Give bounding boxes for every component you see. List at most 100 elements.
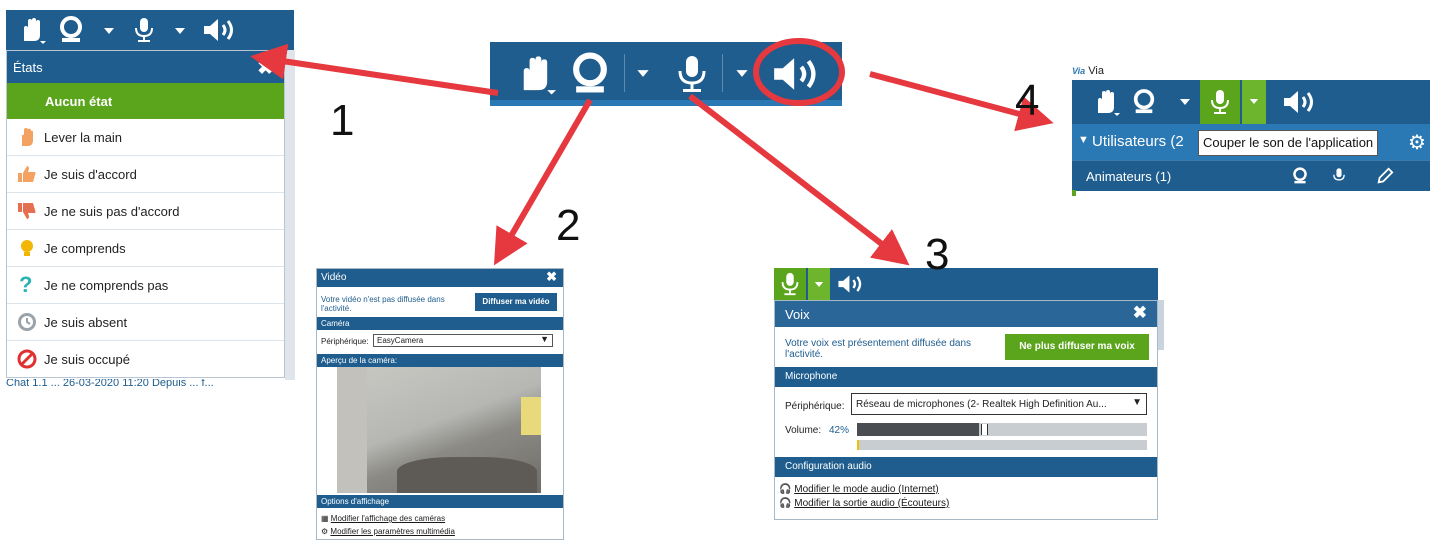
- video-panel-title: Vidéo: [321, 272, 347, 283]
- link-text: Modifier la sortie audio (Écouteurs): [794, 498, 950, 509]
- chevron-down-icon[interactable]: [735, 69, 749, 78]
- pencil-icon[interactable]: [1376, 167, 1394, 185]
- select-value: EasyCamera: [377, 336, 424, 345]
- chevron-down-icon: [1249, 99, 1259, 104]
- callout-2: 2: [556, 201, 581, 250]
- animators-row[interactable]: Animateurs (1): [1072, 160, 1430, 191]
- clock-icon: [18, 313, 36, 331]
- callout-1: 1: [330, 96, 355, 145]
- stop-voice-button[interactable]: Ne plus diffuser ma voix: [1005, 334, 1149, 360]
- headphones-icon: 🎧: [779, 498, 792, 509]
- speaker-icon[interactable]: [770, 54, 824, 94]
- webcam-icon[interactable]: [1292, 167, 1308, 185]
- change-audio-mode-link[interactable]: 🎧 Modifier le mode audio (Internet): [779, 484, 939, 495]
- animators-label: Animateurs (1): [1086, 169, 1172, 184]
- hand-icon[interactable]: [1090, 87, 1120, 117]
- volume-slider-fill: [857, 423, 979, 436]
- state-label: Je comprends: [44, 241, 126, 256]
- volume-value: 42%: [829, 425, 850, 436]
- mic-dropdown-button[interactable]: [1242, 80, 1266, 124]
- microphone-device-select[interactable]: Réseau de microphones (2- Realtek High D…: [851, 393, 1147, 415]
- chevron-down-icon[interactable]: [1179, 98, 1191, 106]
- mic-dropdown-button[interactable]: [808, 268, 830, 300]
- link-text: Modifier les paramètres multimédia: [330, 527, 455, 536]
- busy-icon: [17, 349, 37, 369]
- preview-floor: [397, 457, 537, 493]
- state-agree[interactable]: Je suis d'accord: [7, 156, 284, 193]
- toolbar-panel3: [774, 268, 1158, 300]
- toolbar-bottom-strip: [490, 100, 842, 106]
- toolbar-separator: [624, 54, 625, 92]
- broadcast-video-button[interactable]: Diffuser ma vidéo: [475, 293, 557, 311]
- preview-yellow-object: [521, 397, 541, 435]
- chevron-down-icon[interactable]: [103, 27, 115, 35]
- state-label: Je suis d'accord: [44, 167, 137, 182]
- microphone-icon: [1211, 90, 1229, 114]
- volume-slider-handle[interactable]: [980, 424, 988, 435]
- voice-panel-title: Voix: [785, 307, 810, 322]
- link-text: Modifier l'affichage des caméras: [330, 514, 446, 523]
- states-panel-title: États: [13, 60, 43, 75]
- volume-label: Volume:: [785, 425, 822, 436]
- state-label: Je ne comprends pas: [44, 278, 169, 293]
- state-none[interactable]: Aucun état: [7, 83, 284, 119]
- question-mark-icon: ?: [19, 272, 33, 297]
- change-audio-output-link[interactable]: 🎧 Modifier la sortie audio (Écouteurs): [779, 498, 949, 509]
- state-raise-hand[interactable]: Lever la main: [7, 119, 284, 156]
- section-title: Microphone: [785, 371, 838, 382]
- center-toolbar: [490, 42, 842, 106]
- gear-icon[interactable]: ⚙: [1408, 130, 1426, 155]
- microphone-icon: [781, 272, 799, 296]
- state-understand[interactable]: Je comprends: [7, 230, 284, 267]
- microphone-icon[interactable]: [1332, 167, 1346, 185]
- arrow-to-states: [250, 43, 499, 96]
- raise-hand-icon: [22, 128, 33, 146]
- volume-slider[interactable]: [857, 423, 1147, 436]
- video-panel: Vidéo ✖ Votre vidéo n'est pas diffusée d…: [316, 268, 564, 540]
- microphone-icon[interactable]: [677, 52, 707, 96]
- camera-section: Caméra: [317, 317, 563, 330]
- chat-footer-fragment: Chat 1.1 ... 26-03-2020 11:20 Depuis ...…: [6, 379, 214, 389]
- mic-active-button[interactable]: [1200, 80, 1240, 124]
- background-window-fragment: [285, 50, 295, 380]
- input-level-meter: [857, 440, 1147, 450]
- webcam-icon[interactable]: [58, 16, 84, 44]
- mic-active-button[interactable]: [774, 268, 806, 300]
- state-none-label: Aucun état: [45, 94, 113, 109]
- toolbar-separator: [722, 54, 723, 92]
- input-level-fill: [857, 440, 859, 450]
- hand-icon[interactable]: [16, 15, 46, 45]
- speaker-icon[interactable]: [202, 16, 238, 44]
- state-not-understand[interactable]: ? Je ne comprends pas: [7, 267, 284, 304]
- camera-device-select[interactable]: EasyCamera ▼: [373, 334, 553, 347]
- speaker-icon[interactable]: [1282, 88, 1318, 116]
- webcam-icon[interactable]: [570, 52, 610, 96]
- device-label: Périphérique:: [785, 401, 845, 412]
- close-icon[interactable]: ✖: [1133, 303, 1147, 323]
- webcam-icon[interactable]: [1132, 88, 1156, 116]
- close-icon[interactable]: ✖: [546, 269, 557, 285]
- chevron-down-icon: ▼: [1132, 397, 1142, 408]
- chevron-down-icon[interactable]: [636, 69, 650, 78]
- thumbs-up-icon: [18, 166, 36, 182]
- arrow-to-voice: [688, 93, 910, 266]
- states-panel: États ✖ Aucun état Lever la main Je suis…: [6, 50, 285, 378]
- state-absent[interactable]: Je suis absent: [7, 304, 284, 341]
- states-panel-header: États ✖: [7, 51, 284, 83]
- headphones-icon: 🎧: [779, 484, 792, 495]
- close-icon[interactable]: ✖: [257, 55, 274, 80]
- chevron-down-icon[interactable]: [174, 27, 186, 35]
- state-label: Je suis absent: [44, 315, 128, 330]
- microphone-icon[interactable]: [134, 16, 154, 44]
- device-label: Périphérique:: [321, 337, 369, 346]
- edit-camera-display-link[interactable]: ▦ Modifier l'affichage des caméras: [321, 514, 445, 523]
- hand-icon[interactable]: [512, 52, 556, 96]
- state-busy[interactable]: Je suis occupé: [7, 341, 284, 377]
- toolbar-panel4: [1072, 80, 1430, 124]
- state-disagree[interactable]: Je ne suis pas d'accord: [7, 193, 284, 230]
- edit-multimedia-link[interactable]: ⚙ Modifier les paramètres multimédia: [321, 527, 455, 536]
- thumbs-down-icon: [18, 203, 36, 219]
- callout-4: 4: [1015, 76, 1040, 125]
- voice-panel: Voix ✖ Votre voix est présentement diffu…: [774, 300, 1158, 520]
- speaker-icon[interactable]: [836, 273, 866, 295]
